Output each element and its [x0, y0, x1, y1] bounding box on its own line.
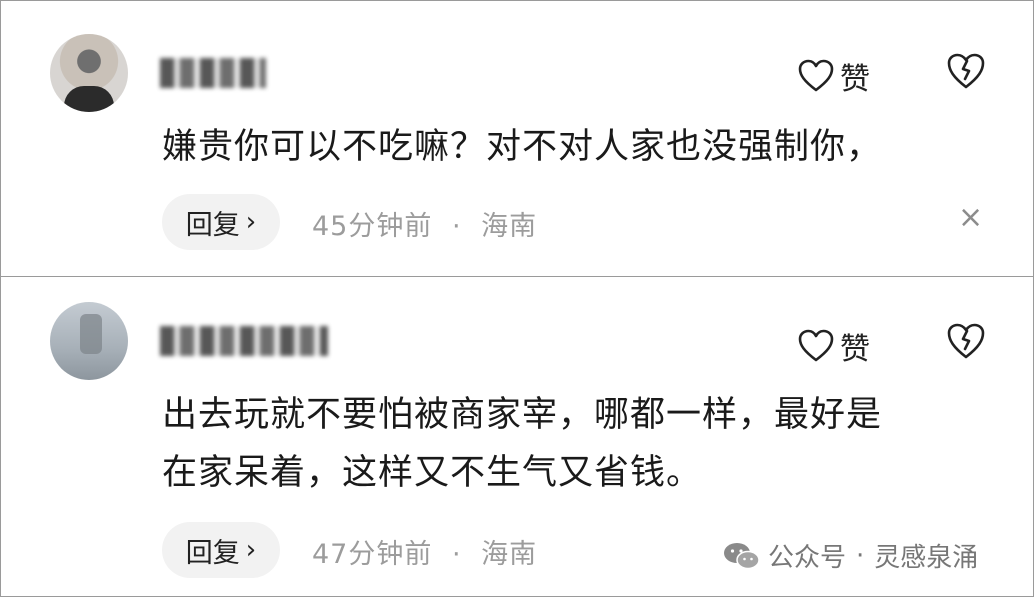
dislike-button[interactable]	[946, 322, 986, 364]
chevron-right-icon: ›	[245, 207, 257, 237]
reply-label: 回复	[185, 209, 240, 241]
comment-location: 海南	[481, 211, 538, 242]
reply-label: 回复	[185, 537, 240, 569]
comment-meta: 47分钟前 · 海南	[312, 532, 537, 571]
reply-button[interactable]: 回复 ›	[162, 522, 280, 578]
meta-separator: ·	[451, 211, 462, 242]
watermark-name: 灵感泉涌	[874, 543, 979, 573]
wechat-icon	[724, 542, 760, 569]
avatar[interactable]	[50, 302, 128, 380]
meta-separator: ·	[451, 539, 462, 570]
like-button[interactable]: 赞	[798, 324, 870, 368]
broken-heart-icon	[947, 323, 985, 359]
comment-text: 出去玩就不要怕被商家宰，哪都一样，最好是 在家呆着，这样又不生气又省钱。	[162, 395, 883, 493]
screenshot-frame	[0, 0, 1034, 597]
close-icon[interactable]: ×	[958, 200, 983, 235]
watermark-separator: ·	[856, 540, 865, 571]
heart-outline-icon	[798, 59, 834, 92]
broken-heart-icon	[947, 53, 985, 89]
watermark-prefix: 公众号	[768, 543, 847, 573]
comment-location: 海南	[481, 539, 538, 570]
heart-outline-icon	[798, 329, 834, 362]
comment-time: 47分钟前	[312, 539, 433, 570]
reply-button[interactable]: 回复 ›	[162, 194, 280, 250]
username-blurred[interactable]	[160, 326, 328, 356]
comment-text: 嫌贵你可以不吃嘛？对不对人家也没强制你，	[162, 127, 883, 167]
like-label: 赞	[840, 62, 870, 97]
dislike-button[interactable]	[946, 52, 986, 94]
watermark: 公众号 · 灵感泉涌	[722, 537, 978, 574]
avatar[interactable]	[50, 34, 128, 112]
comment-meta: 45分钟前 · 海南	[312, 204, 537, 243]
username-blurred[interactable]	[160, 58, 266, 88]
comment-time: 45分钟前	[312, 211, 433, 242]
like-button[interactable]: 赞	[798, 54, 870, 98]
like-label: 赞	[840, 332, 870, 367]
chevron-right-icon: ›	[245, 535, 257, 565]
divider	[0, 276, 1034, 277]
